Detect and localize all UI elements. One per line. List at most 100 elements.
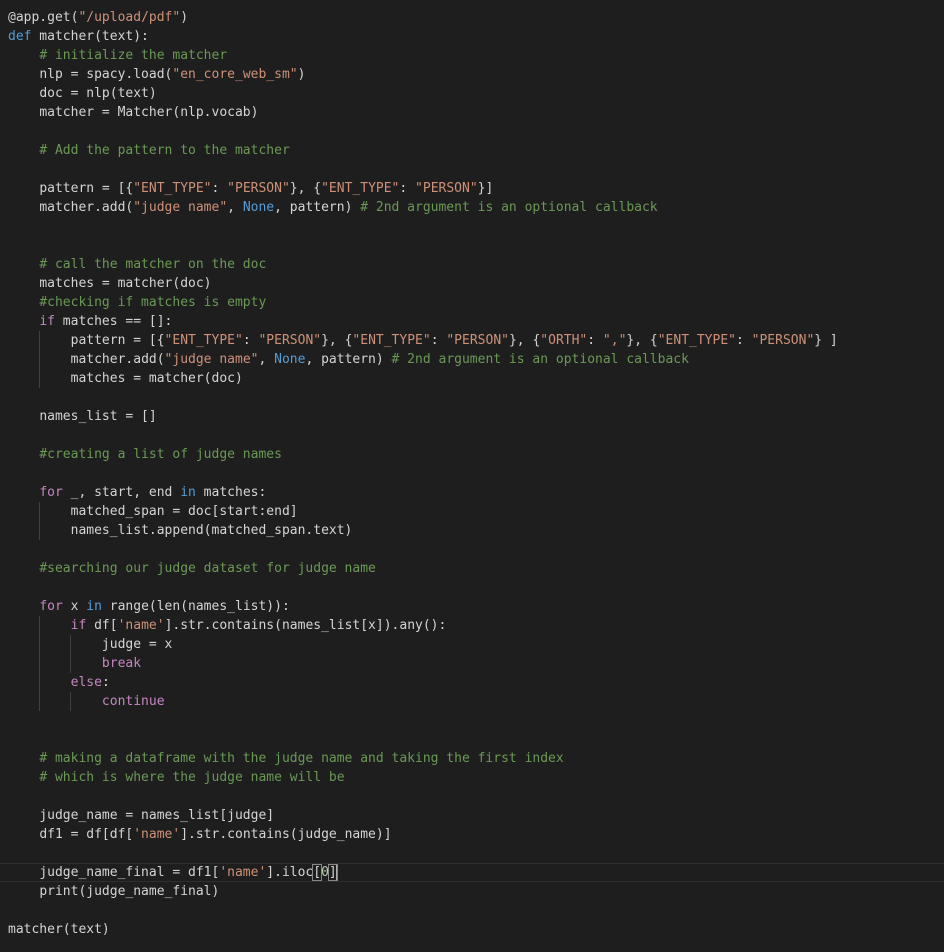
code-token: "/upload/pdf" [78, 10, 181, 25]
code-line[interactable]: doc = nlp(text) [0, 84, 944, 103]
code-line[interactable] [0, 122, 944, 141]
code-line[interactable] [0, 730, 944, 749]
code-token: [ [312, 864, 323, 881]
code-token: pattern = [{ [39, 181, 134, 196]
code-line[interactable] [0, 540, 944, 559]
code-line[interactable]: pattern = [{"ENT_TYPE": "PERSON"}, {"ENT… [0, 179, 944, 198]
code-line[interactable]: # call the matcher on the doc [0, 255, 944, 274]
code-line[interactable] [0, 844, 944, 863]
code-line[interactable] [0, 464, 944, 483]
code-line[interactable]: if df['name'].str.contains(names_list[x]… [0, 616, 944, 635]
code-line[interactable]: @app.get("/upload/pdf") [0, 8, 944, 27]
code-editor[interactable]: @app.get("/upload/pdf") def matcher(text)… [0, 0, 944, 952]
indent-guide [39, 692, 41, 711]
code-token: continue [101, 694, 165, 709]
code-token: "judge name" [133, 200, 228, 215]
code-token: _, start, end [62, 485, 181, 500]
code-line[interactable]: continue [0, 692, 944, 711]
indent-guide [70, 692, 72, 711]
code-token: matcher(text): [31, 29, 149, 44]
code-line[interactable]: def matcher(text): [0, 27, 944, 46]
code-line[interactable]: judge_name_final = df1['name'].iloc[0] [0, 863, 944, 882]
code-token: in [180, 485, 196, 500]
code-line[interactable]: names_list.append(matched_span.text) [0, 521, 944, 540]
indent-guide [70, 635, 72, 654]
code-token: ].str.contains(names_list[x]).any(): [164, 618, 447, 633]
code-token: matcher = Matcher(nlp.vocab) [39, 105, 259, 120]
code-token: judge = x [101, 637, 173, 652]
code-token: 0 [321, 865, 329, 880]
code-line[interactable] [0, 578, 944, 597]
code-line[interactable]: else: [0, 673, 944, 692]
code-line[interactable]: df1 = df[df['name'].str.contains(judge_n… [0, 825, 944, 844]
code-token: # which is where the judge name will be [39, 770, 345, 785]
code-token: "ORTH" [540, 333, 588, 348]
code-lines[interactable]: @app.get("/upload/pdf") def matcher(text)… [0, 8, 944, 939]
code-token: # Add the pattern to the matcher [39, 143, 290, 158]
code-token: # 2nd argument is an optional callback [391, 352, 689, 367]
code-token: # making a dataframe with the judge name… [39, 751, 564, 766]
code-line[interactable]: matcher(text) [0, 920, 944, 939]
code-line[interactable]: break [0, 654, 944, 673]
code-token: # initialize the matcher [39, 48, 228, 63]
code-token: in [86, 599, 102, 614]
code-token: }, { [321, 333, 353, 348]
code-line[interactable]: for _, start, end in matches: [0, 483, 944, 502]
code-line[interactable]: matcher.add("judge name", None, pattern)… [0, 350, 944, 369]
code-line[interactable] [0, 901, 944, 920]
code-line[interactable] [0, 388, 944, 407]
code-line[interactable]: #checking if matches is empty [0, 293, 944, 312]
code-line[interactable] [0, 236, 944, 255]
indent-guide [39, 350, 41, 369]
code-line[interactable]: print(judge_name_final) [0, 882, 944, 901]
code-line[interactable]: # initialize the matcher [0, 46, 944, 65]
code-token: "ENT_TYPE" [133, 181, 212, 196]
code-line[interactable]: nlp = spacy.load("en_core_web_sm") [0, 65, 944, 84]
code-line[interactable]: for x in range(len(names_list)): [0, 597, 944, 616]
code-line[interactable]: matched_span = doc[start:end] [0, 502, 944, 521]
code-line[interactable]: # which is where the judge name will be [0, 768, 944, 787]
indent-guide [39, 635, 41, 654]
code-line[interactable]: if matches == []: [0, 312, 944, 331]
code-line[interactable]: names_list = [] [0, 407, 944, 426]
code-line[interactable] [0, 160, 944, 179]
code-line[interactable]: pattern = [{"ENT_TYPE": "PERSON"}, {"ENT… [0, 331, 944, 350]
code-line[interactable]: matches = matcher(doc) [0, 274, 944, 293]
code-token: None [242, 200, 275, 215]
code-line[interactable]: matches = matcher(doc) [0, 369, 944, 388]
code-line[interactable]: judge_name = names_list[judge] [0, 806, 944, 825]
code-token: matches == []: [54, 314, 173, 329]
text-cursor [335, 865, 337, 880]
code-line[interactable]: #creating a list of judge names [0, 445, 944, 464]
code-line[interactable]: judge = x [0, 635, 944, 654]
code-line[interactable] [0, 787, 944, 806]
code-token: 'name' [219, 865, 267, 880]
code-line[interactable]: # Add the pattern to the matcher [0, 141, 944, 160]
code-line[interactable]: #searching our judge dataset for judge n… [0, 559, 944, 578]
code-token: # call the matcher on the doc [39, 257, 267, 272]
code-token: : [587, 333, 603, 348]
code-line[interactable]: matcher.add("judge name", None, pattern)… [0, 198, 944, 217]
code-line[interactable] [0, 426, 944, 445]
code-token: for [39, 485, 63, 500]
code-line[interactable]: # making a dataframe with the judge name… [0, 749, 944, 768]
code-token: "ENT_TYPE" [352, 333, 431, 348]
code-token: None [274, 352, 306, 367]
code-line[interactable]: matcher = Matcher(nlp.vocab) [0, 103, 944, 122]
code-line[interactable] [0, 217, 944, 236]
code-token: : [399, 181, 416, 196]
code-line[interactable] [0, 711, 944, 730]
code-token: break [101, 656, 142, 671]
indent-guide [39, 616, 41, 635]
